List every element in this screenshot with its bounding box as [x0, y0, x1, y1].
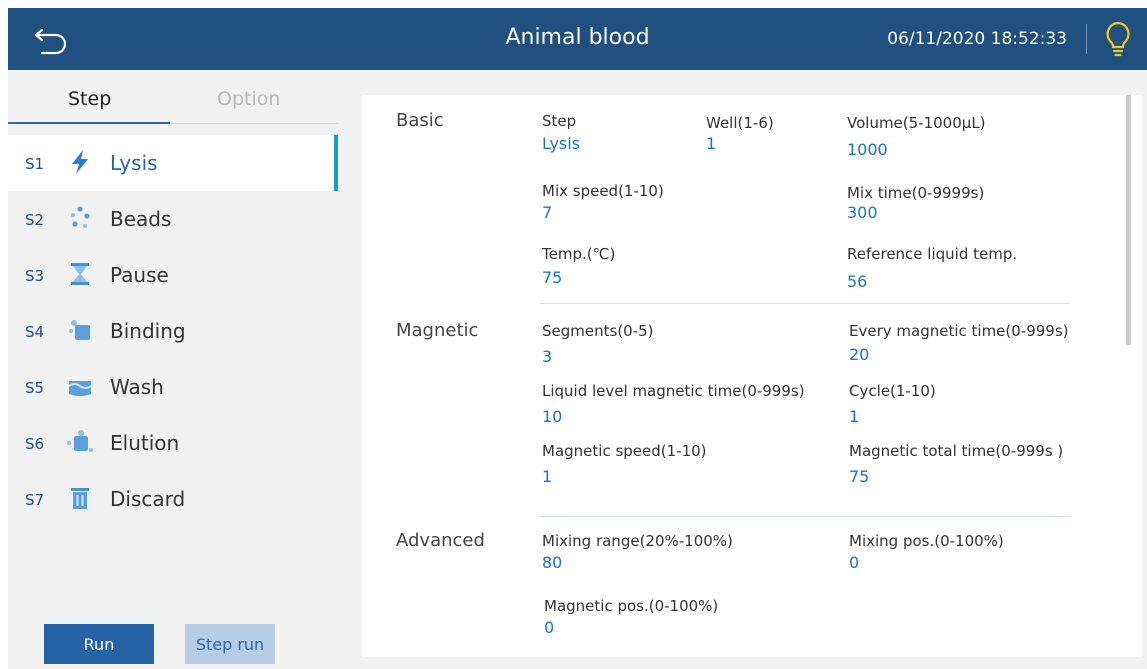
step-number: S4 — [25, 323, 45, 341]
tab-step[interactable]: Step — [68, 88, 111, 110]
volume-field-value[interactable]: 1000 — [847, 140, 888, 159]
step-item-pause[interactable]: S3 Pause — [8, 247, 338, 303]
temp-field-label: Temp.(℃) — [542, 245, 616, 263]
reference-temp-field-label: Reference liquid temp. — [847, 245, 1018, 263]
magnetic-speed-field-value[interactable]: 1 — [542, 467, 552, 486]
mixing-range-field-value[interactable]: 80 — [542, 553, 562, 572]
lightning-icon — [72, 150, 88, 174]
wash-icon — [68, 381, 92, 396]
trash-icon — [71, 488, 89, 509]
step-item-beads[interactable]: S2 Beads — [8, 191, 338, 247]
step-number: S2 — [25, 211, 45, 229]
step-run-button[interactable]: Step run — [185, 624, 275, 664]
section-basic-label: Basic — [396, 110, 444, 131]
step-label: Lysis — [110, 151, 158, 175]
every-magnetic-time-field-label: Every magnetic time(0-999s) — [849, 322, 1069, 340]
step-number: S3 — [25, 267, 45, 285]
section-advanced-label: Advanced — [396, 530, 485, 551]
step-label: Elution — [110, 431, 180, 455]
well-field-label: Well(1-6) — [706, 114, 774, 132]
step-field-value[interactable]: Lysis — [542, 134, 580, 153]
step-item-lysis[interactable]: S1 Lysis — [8, 135, 338, 191]
segments-field-value[interactable]: 3 — [542, 347, 552, 366]
cycle-field-label: Cycle(1-10) — [849, 382, 936, 400]
step-label: Discard — [110, 487, 186, 511]
section-magnetic-label: Magnetic — [396, 320, 479, 341]
step-number: S1 — [25, 155, 45, 173]
magnetic-total-time-field-label: Magnetic total time(0-999s ) — [849, 442, 1064, 460]
step-item-wash[interactable]: S5 Wash — [8, 359, 338, 415]
step-number: S7 — [25, 491, 45, 509]
run-button[interactable]: Run — [44, 624, 154, 664]
step-number: S5 — [25, 379, 45, 397]
step-number: S6 — [25, 435, 45, 453]
step-label: Beads — [110, 207, 172, 231]
well-field-value[interactable]: 1 — [706, 134, 716, 153]
parameters-panel — [362, 95, 1142, 657]
magnetic-pos-field-label: Magnetic pos.(0-100%) — [544, 597, 719, 615]
mixing-range-field-label: Mixing range(20%-100%) — [542, 532, 733, 550]
title-bar: Animal blood 06/11/2020 18:52:33 — [8, 8, 1147, 70]
light-button[interactable] — [1103, 20, 1133, 58]
step-item-binding[interactable]: S4 Binding — [8, 303, 338, 359]
section-divider — [540, 303, 1070, 304]
step-label: Binding — [110, 319, 186, 343]
mixing-pos-field-label: Mixing pos.(0-100%) — [849, 532, 1004, 550]
tab-divider — [170, 123, 338, 124]
hourglass-icon — [71, 263, 89, 285]
magnetic-pos-field-value[interactable]: 0 — [544, 618, 554, 637]
tab-option[interactable]: Option — [217, 88, 280, 110]
datetime-label: 06/11/2020 18:52:33 — [887, 29, 1067, 49]
tab-bar: Step Option — [8, 70, 338, 126]
cycle-field-value[interactable]: 1 — [849, 407, 859, 426]
magnetic-total-time-field-value[interactable]: 75 — [849, 467, 869, 486]
mix-speed-field-label: Mix speed(1-10) — [542, 182, 664, 200]
step-sidebar: Step Option S1 Lysis S2 Beads S3 Pause S… — [8, 70, 338, 669]
volume-field-label: Volume(5-1000µL) — [847, 114, 986, 132]
segments-field-label: Segments(0-5) — [542, 322, 654, 340]
lightbulb-icon — [1106, 21, 1130, 57]
step-field-label: Step — [542, 112, 577, 130]
every-magnetic-time-field-value[interactable]: 20 — [849, 345, 869, 364]
elution-icon — [67, 430, 93, 452]
mix-speed-field-value[interactable]: 7 — [542, 203, 552, 222]
step-item-elution[interactable]: S6 Elution — [8, 415, 338, 471]
mix-time-field-label: Mix time(0-9999s) — [847, 184, 985, 202]
scrollbar[interactable] — [1126, 95, 1131, 345]
step-label: Wash — [110, 375, 164, 399]
magnetic-speed-field-label: Magnetic speed(1-10) — [542, 442, 707, 460]
header-divider — [1086, 24, 1087, 54]
liquid-level-magnetic-time-field-value[interactable]: 10 — [542, 407, 562, 426]
mixing-pos-field-value[interactable]: 0 — [849, 553, 859, 572]
binding-icon — [69, 320, 90, 340]
section-divider — [540, 516, 1070, 517]
step-item-discard[interactable]: S7 Discard — [8, 471, 338, 527]
step-label: Pause — [110, 263, 169, 287]
reference-temp-field-value[interactable]: 56 — [847, 272, 867, 291]
mix-time-field-value[interactable]: 300 — [847, 203, 878, 222]
liquid-level-magnetic-time-field-label: Liquid level magnetic time(0-999s) — [542, 382, 805, 400]
beads-icon — [71, 206, 90, 228]
tab-active-indicator — [8, 122, 170, 124]
temp-field-value[interactable]: 75 — [542, 268, 562, 287]
